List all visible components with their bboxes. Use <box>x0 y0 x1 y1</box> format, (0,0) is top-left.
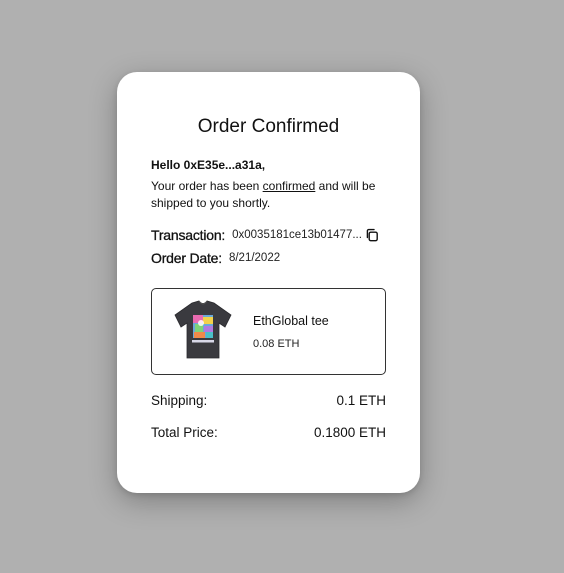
shipping-value: 0.1 ETH <box>336 393 386 408</box>
greeting-text: Hello 0xE35e...a31a, <box>151 158 266 172</box>
message-text-before: Your order has been <box>151 179 263 193</box>
product-item: EthGlobal tee 0.08 ETH <box>151 288 386 375</box>
order-date-value: 8/21/2022 <box>228 252 281 264</box>
shipping-label: Shipping: <box>151 393 208 408</box>
product-image <box>170 299 236 361</box>
total-price-row: Total Price: 0.1800 ETH <box>151 425 386 440</box>
total-price-value: 0.1800 ETH <box>313 425 386 440</box>
transaction-row: Transaction: 0x0035181ce13b01477... <box>151 227 379 243</box>
page-title: Order Confirmed <box>197 116 340 137</box>
confirmed-link[interactable]: confirmed <box>263 179 316 193</box>
order-confirmation-card: Order Confirmed Hello 0xE35e...a31a, You… <box>117 72 420 493</box>
transaction-hash: 0x0035181ce13b01477... <box>232 229 362 241</box>
copy-icon[interactable] <box>365 228 379 242</box>
shipping-row: Shipping: 0.1 ETH <box>151 393 386 408</box>
order-date-label: Order Date: <box>151 250 222 266</box>
confirmation-message: Your order has been confirmed and will b… <box>151 178 387 212</box>
product-name: EthGlobal tee <box>253 314 329 328</box>
product-price: 0.08 ETH <box>253 338 300 350</box>
transaction-label: Transaction: <box>151 227 226 243</box>
order-date-row: Order Date: 8/21/2022 <box>151 250 280 266</box>
total-price-label: Total Price: <box>151 425 218 440</box>
